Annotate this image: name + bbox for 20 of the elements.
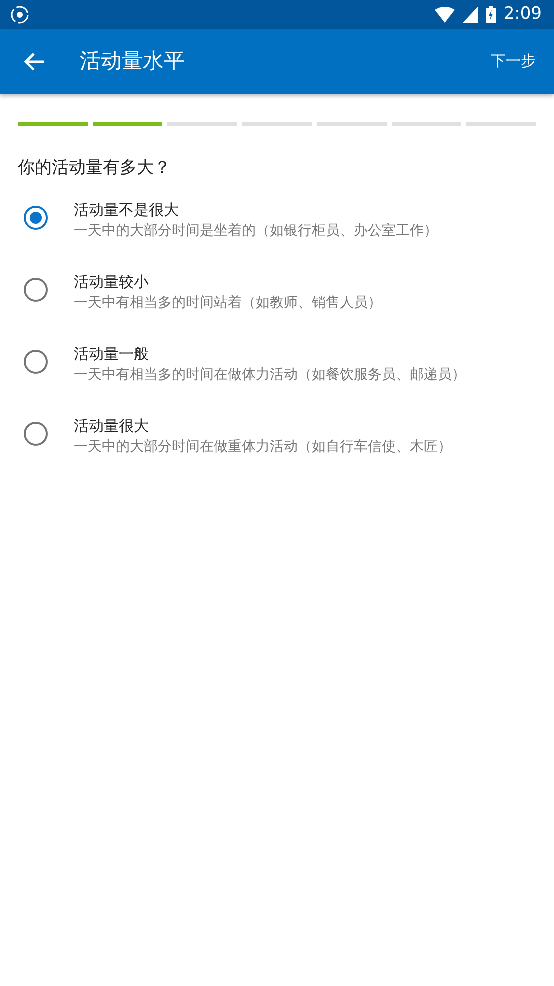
option-description: 一天中有相当多的时间站着（如教师、销售人员） — [74, 294, 382, 312]
option-label[interactable]: 活动量一般 — [74, 344, 466, 364]
radio-button[interactable] — [24, 350, 48, 374]
next-step-button[interactable]: 下一步 — [491, 46, 536, 77]
wifi-icon — [434, 6, 455, 22]
option-label[interactable]: 活动量很大 — [74, 416, 452, 436]
option-description: 一天中有相当多的时间在做体力活动（如餐饮服务员、邮递员） — [74, 366, 466, 384]
clock-time: 2:09 — [504, 2, 542, 26]
signal-icon — [462, 6, 478, 22]
option-description: 一天中的大部分时间在做重体力活动（如自行车信使、木匠） — [74, 438, 452, 456]
option-label[interactable]: 活动量不是很大 — [74, 200, 438, 220]
question-text: 你的活动量有多大？ — [18, 157, 172, 180]
app-notification-icon — [10, 4, 30, 24]
radio-button[interactable] — [24, 278, 48, 302]
radio-button[interactable] — [24, 422, 48, 446]
battery-icon — [486, 6, 496, 23]
option-description: 一天中的大部分时间是坐着的（如银行柜员、办公室工作） — [74, 222, 438, 240]
radio-button[interactable] — [24, 206, 48, 230]
option-label[interactable]: 活动量较小 — [74, 272, 382, 292]
page-title: 活动量水平 — [80, 48, 185, 75]
